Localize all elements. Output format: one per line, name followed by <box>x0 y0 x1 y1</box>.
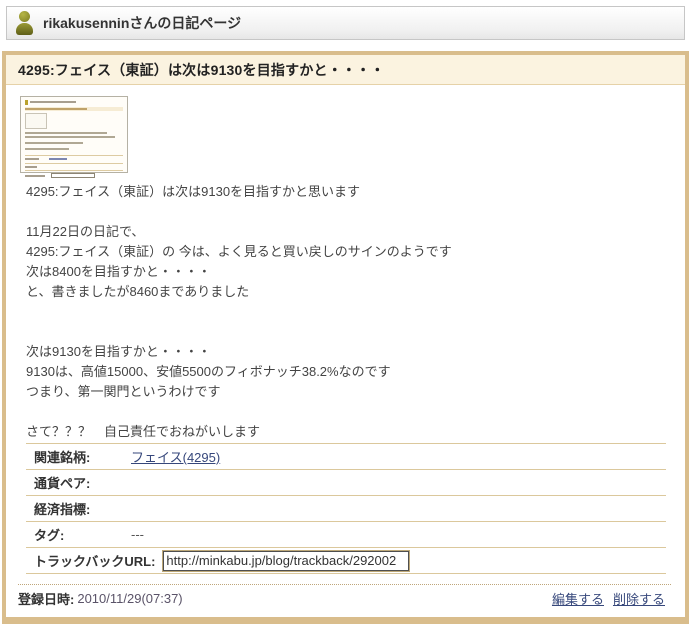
tags-label: タグ: <box>26 525 131 544</box>
trackback-url-input[interactable] <box>163 551 409 571</box>
currency-pair-label: 通貨ペア: <box>26 473 131 492</box>
entry-text-line <box>26 402 673 422</box>
thumbnail-mini-title-text <box>25 108 87 110</box>
meta-row-trackback: トラックバックURL: <box>26 547 666 573</box>
entry-body: 4295:フェイス（東証）は次は9130を目指すかと思います 11月22日の日記… <box>6 85 685 612</box>
entry-text-line: 次は9130を目指すかと・・・・ <box>26 342 673 362</box>
related-stocks-label: 関連銘柄: <box>26 447 131 466</box>
person-icon <box>15 11 35 35</box>
entry-text-line: 4295:フェイス（東証）は次は9130を目指すかと思います <box>26 182 673 202</box>
thumbnail-mini-text-line <box>25 148 69 150</box>
entry-thumbnail-image[interactable] <box>20 96 128 173</box>
entry-text-line <box>26 202 673 222</box>
entry-text-line: 4295:フェイス（東証）の 今は、よく見ると買い戻しのサインのようです <box>26 242 673 262</box>
thumbnail-mini-text-line <box>25 132 107 134</box>
entry-text-line: つまり、第一関門というわけです <box>26 382 673 402</box>
entry-footer: 登録日時: 2010/11/29(07:37) 編集する 削除する <box>18 584 671 612</box>
entry-text-line: さて？？？ 自己責任でおねがいします <box>26 422 673 442</box>
registered-date-value: 2010/11/29(07:37) <box>77 591 182 606</box>
thumbnail-mini-header <box>25 100 123 105</box>
thumbnail-mini-titlebar <box>25 107 123 111</box>
edit-entry-link[interactable]: 編集する <box>552 589 604 608</box>
thumbnail-mini-link <box>49 158 67 160</box>
thumbnail-mini-input <box>51 173 95 178</box>
entry-text-line: と、書きましたが8460までありました <box>26 282 673 302</box>
thumbnail-mini-text-line <box>25 142 83 144</box>
entry-actions: 編集する 削除する <box>552 589 671 608</box>
registered-date-label: 登録日時: <box>18 589 74 608</box>
person-icon-head <box>19 11 30 22</box>
diary-entry-box: 4295:フェイス（東証）は次は9130を目指すかと・・・・ <box>2 51 689 624</box>
economic-indicator-label: 経済指標: <box>26 499 131 518</box>
entry-text-line <box>26 302 673 322</box>
page-header: rikakusenninさんの日記ページ <box>6 6 685 40</box>
person-icon-body <box>16 23 33 35</box>
thumbnail-mini-label <box>25 166 37 168</box>
thumbnail-mini-label <box>25 158 39 160</box>
thumbnail-mini-trackback-row <box>25 173 123 179</box>
thumbnail-mini-avatar-icon <box>25 100 28 105</box>
related-stock-link[interactable]: フェイス(4295) <box>131 447 220 466</box>
page-title: rikakusenninさんの日記ページ <box>43 13 241 33</box>
thumbnail-mini-separator <box>25 155 123 156</box>
thumbnail-mini-title-line <box>30 101 76 103</box>
thumbnail-mini-table-row <box>25 158 123 161</box>
trackback-url-label: トラックバックURL: <box>26 551 163 570</box>
thumbnail-mini-text-line <box>25 136 115 138</box>
entry-meta-table: 関連銘柄: フェイス(4295) 通貨ペア: 経済指標: タグ: --- トラッ… <box>26 443 666 574</box>
delete-entry-link[interactable]: 削除する <box>613 589 665 608</box>
entry-text-line: 11月22日の日記で、 <box>26 222 673 242</box>
meta-row-currency-pair: 通貨ペア: <box>26 469 666 495</box>
thumbnail-mini-image <box>25 113 47 129</box>
entry-text: 4295:フェイス（東証）は次は9130を目指すかと思います 11月22日の日記… <box>26 182 673 442</box>
entry-text-line: 9130は、高値15000、安値5500のフィボナッチ38.2%なのです <box>26 362 673 382</box>
meta-row-related-stocks: 関連銘柄: フェイス(4295) <box>26 443 666 469</box>
tags-value: --- <box>131 527 144 542</box>
meta-row-economic-indicator: 経済指標: <box>26 495 666 521</box>
thumbnail-mini-separator <box>25 163 123 164</box>
thumbnail-mini-separator <box>25 170 123 171</box>
meta-row-tags: タグ: --- <box>26 521 666 547</box>
entry-text-line <box>26 322 673 342</box>
entry-text-line: 次は8400を目指すかと・・・・ <box>26 262 673 282</box>
thumbnail-mini-label <box>25 175 45 177</box>
entry-title: 4295:フェイス（東証）は次は9130を目指すかと・・・・ <box>18 60 385 80</box>
entry-title-bar: 4295:フェイス（東証）は次は9130を目指すかと・・・・ <box>6 55 685 85</box>
